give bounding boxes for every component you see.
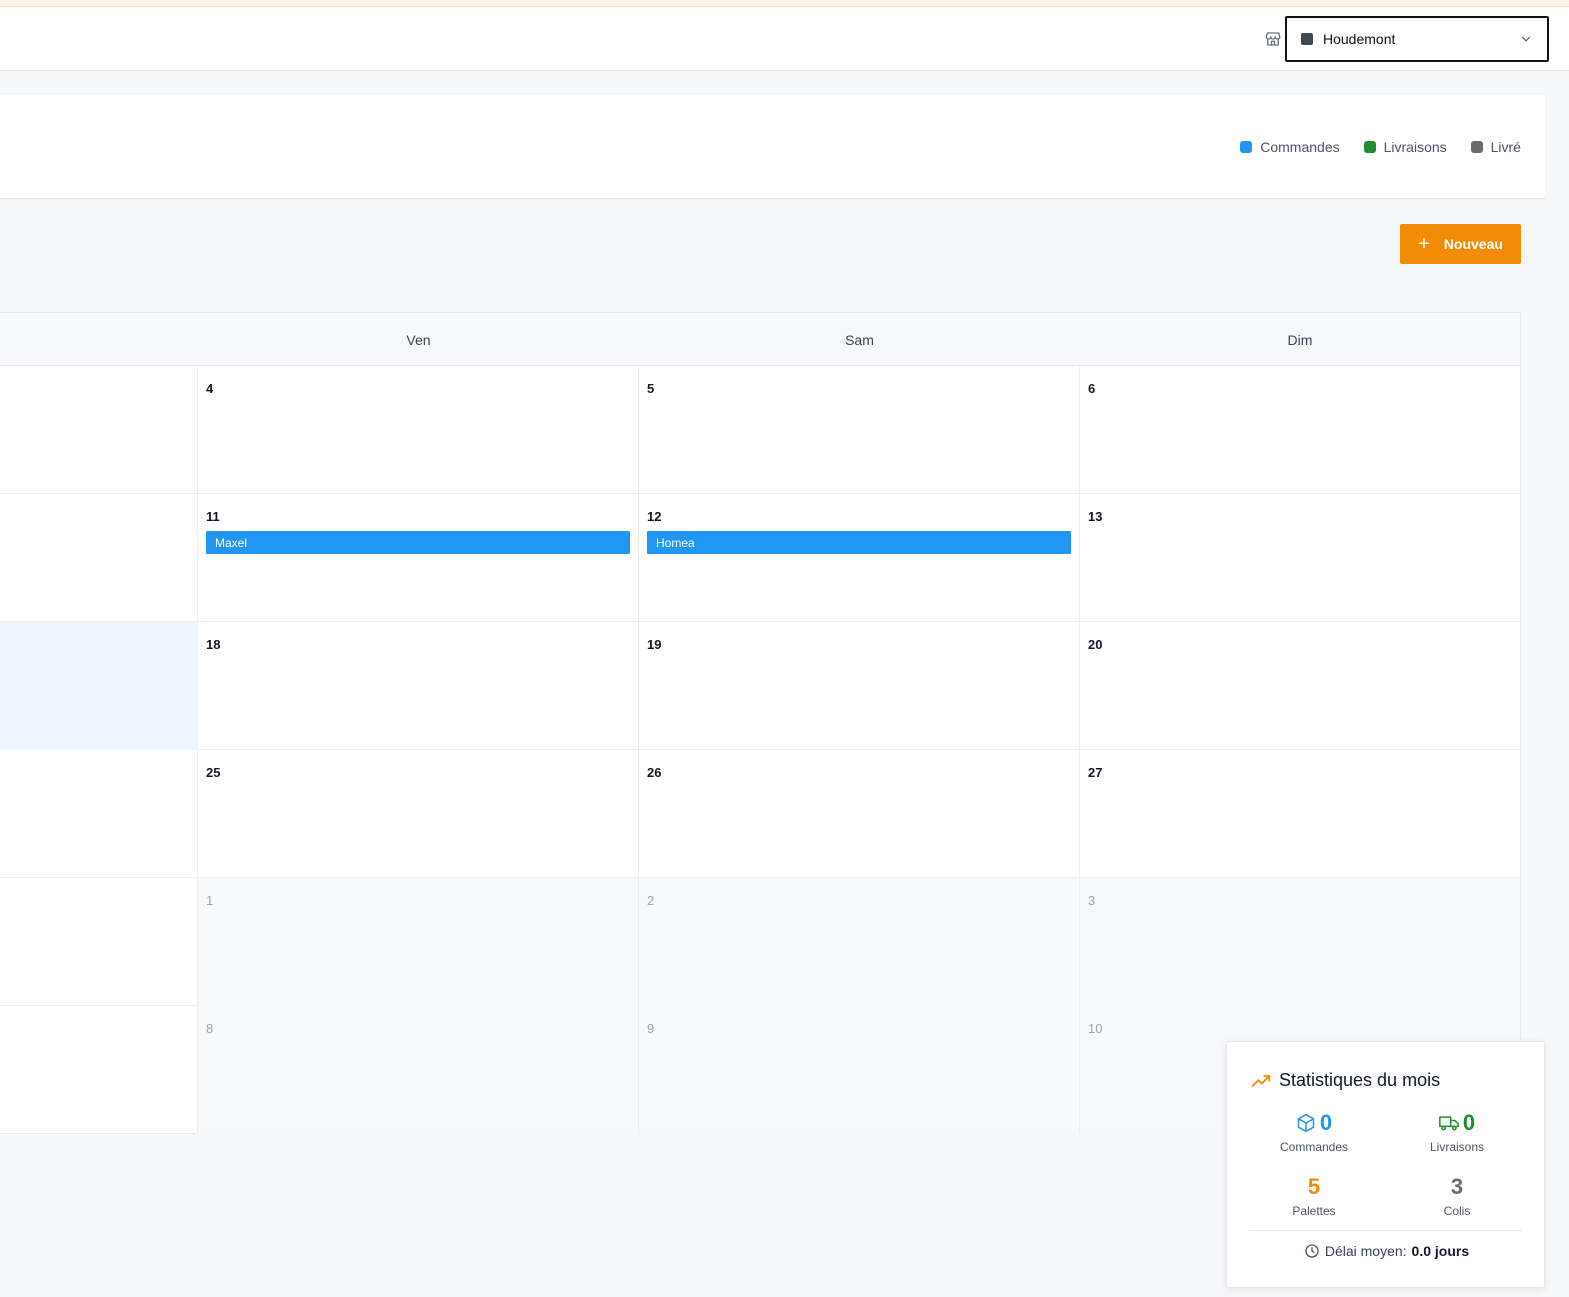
day-cell-other-month[interactable]: 1 <box>198 878 639 1006</box>
legend-dot-livraisons <box>1363 141 1376 153</box>
day-number: 9 <box>647 1021 655 1036</box>
day-number: 4 <box>206 381 214 396</box>
day-cell[interactable]: 27 <box>1080 750 1520 878</box>
day-cell[interactable]: 20 <box>1080 622 1520 750</box>
day-number: 6 <box>1088 381 1096 396</box>
day-number: 27 <box>1088 765 1103 780</box>
legend-label: Livré <box>1490 139 1521 155</box>
weekday-dim: Dim <box>1287 331 1313 348</box>
new-button-label: Nouveau <box>1443 236 1503 252</box>
stat-value: 5 <box>1307 1174 1321 1199</box>
package-icon <box>1297 1113 1315 1133</box>
legend-dot-livre <box>1470 141 1483 153</box>
day-cell[interactable]: 18 <box>198 622 639 750</box>
day-cell[interactable]: 13 <box>1080 494 1520 622</box>
stat-commandes: 0 Commandes <box>1254 1110 1374 1154</box>
delai-value: 0.0 jours <box>1411 1243 1470 1259</box>
day-cell[interactable] <box>0 366 198 494</box>
day-cell-other-month[interactable]: 8 <box>198 1006 639 1134</box>
truck-icon <box>1438 1116 1459 1131</box>
legend: Commandes Livraisons Livré <box>1240 139 1521 155</box>
new-button[interactable]: + Nouveau <box>1400 224 1521 264</box>
day-cell-other-month[interactable]: 2 <box>639 878 1080 1006</box>
stat-colis: 3 Colis <box>1397 1174 1517 1218</box>
day-cell[interactable]: 4 <box>198 366 639 494</box>
calendar-week: 1 2 3 <box>0 878 1520 1006</box>
day-cell[interactable]: 26 <box>639 750 1080 878</box>
legend-label: Commandes <box>1260 139 1340 155</box>
month-calendar: Ven Sam Dim 4 5 6 11 Maxel 12 Homea 13 1… <box>0 312 1521 1134</box>
stat-value: 3 <box>1450 1174 1464 1199</box>
divider <box>1250 1230 1522 1231</box>
day-number: 19 <box>647 637 662 652</box>
day-number: 10 <box>1088 1021 1103 1036</box>
day-cell[interactable]: 5 <box>639 366 1080 494</box>
weekday-ven: Ven <box>406 331 431 348</box>
day-number: 8 <box>206 1021 214 1036</box>
calendar-legend-card: Commandes Livraisons Livré <box>0 95 1545 199</box>
day-cell[interactable]: 11 Maxel <box>198 494 639 622</box>
stats-title: Statistiques du mois <box>1251 1070 1440 1091</box>
day-number: 3 <box>1088 893 1096 908</box>
day-cell[interactable] <box>0 494 198 622</box>
stat-label: Commandes <box>1279 1140 1349 1154</box>
legend-item-commandes: Commandes <box>1240 139 1340 155</box>
day-cell[interactable]: 6 <box>1080 366 1520 494</box>
top-bar: Houdemont <box>0 7 1569 71</box>
day-cell[interactable]: 19 <box>639 622 1080 750</box>
day-number: 20 <box>1088 637 1103 652</box>
calendar-event-commande[interactable]: Maxel <box>206 531 630 554</box>
day-cell-other-month[interactable]: 3 <box>1080 878 1520 1006</box>
calendar-weekday-header: Ven Sam Dim <box>0 313 1520 366</box>
delai-label: Délai moyen: <box>1324 1243 1407 1259</box>
stat-label: Livraisons <box>1429 1140 1485 1154</box>
trending-up-icon <box>1251 1074 1271 1087</box>
day-number: 13 <box>1088 509 1103 524</box>
legend-label: Livraisons <box>1383 139 1447 155</box>
calendar-week: 11 Maxel 12 Homea 13 <box>0 494 1520 622</box>
stat-label: Colis <box>1443 1204 1471 1218</box>
stat-livraisons: 0 Livraisons <box>1397 1110 1517 1154</box>
stat-delai-moyen: Délai moyen: 0.0 jours <box>1227 1243 1546 1259</box>
day-cell-other-month[interactable]: 9 <box>639 1006 1080 1134</box>
monthly-stats-card: Statistiques du mois 0 Commandes 0 Livra… <box>1226 1041 1545 1288</box>
stat-value: 0 <box>1319 1110 1333 1135</box>
day-number: 18 <box>206 637 221 652</box>
calendar-week: 25 26 27 <box>0 750 1520 878</box>
day-cell[interactable] <box>0 878 198 1006</box>
stats-title-text: Statistiques du mois <box>1279 1070 1441 1090</box>
store-select[interactable]: Houdemont <box>1285 16 1549 62</box>
day-number: 12 <box>647 509 662 524</box>
store-select-value: Houdemont <box>1323 31 1396 47</box>
day-number: 25 <box>206 765 221 780</box>
calendar-event-commande[interactable]: Homea <box>647 531 1071 554</box>
day-cell[interactable] <box>0 750 198 878</box>
day-cell-today[interactable] <box>0 622 198 750</box>
day-number: 11 <box>206 509 220 524</box>
day-number: 2 <box>647 893 655 908</box>
plus-icon: + <box>1418 233 1430 255</box>
legend-dot-commandes <box>1240 141 1253 153</box>
legend-item-livre: Livré <box>1470 139 1521 155</box>
day-cell[interactable] <box>0 1006 198 1134</box>
day-number: 5 <box>647 381 655 396</box>
store-color-swatch <box>1301 33 1313 45</box>
top-banner-strip <box>0 0 1569 7</box>
weekday-sam: Sam <box>845 331 874 348</box>
calendar-week: 18 19 20 <box>0 622 1520 750</box>
legend-item-livraisons: Livraisons <box>1363 139 1447 155</box>
day-number: 26 <box>647 765 662 780</box>
day-cell[interactable]: 25 <box>198 750 639 878</box>
day-cell[interactable]: 12 Homea <box>639 494 1080 622</box>
calendar-week: 4 5 6 <box>0 366 1520 494</box>
stat-value: 0 <box>1462 1110 1476 1135</box>
store-icon[interactable] <box>1264 30 1282 48</box>
stat-palettes: 5 Palettes <box>1254 1174 1374 1218</box>
chevron-down-icon <box>1521 36 1531 42</box>
clock-icon <box>1305 1244 1319 1258</box>
day-number: 1 <box>206 893 214 908</box>
stat-label: Palettes <box>1292 1204 1336 1218</box>
